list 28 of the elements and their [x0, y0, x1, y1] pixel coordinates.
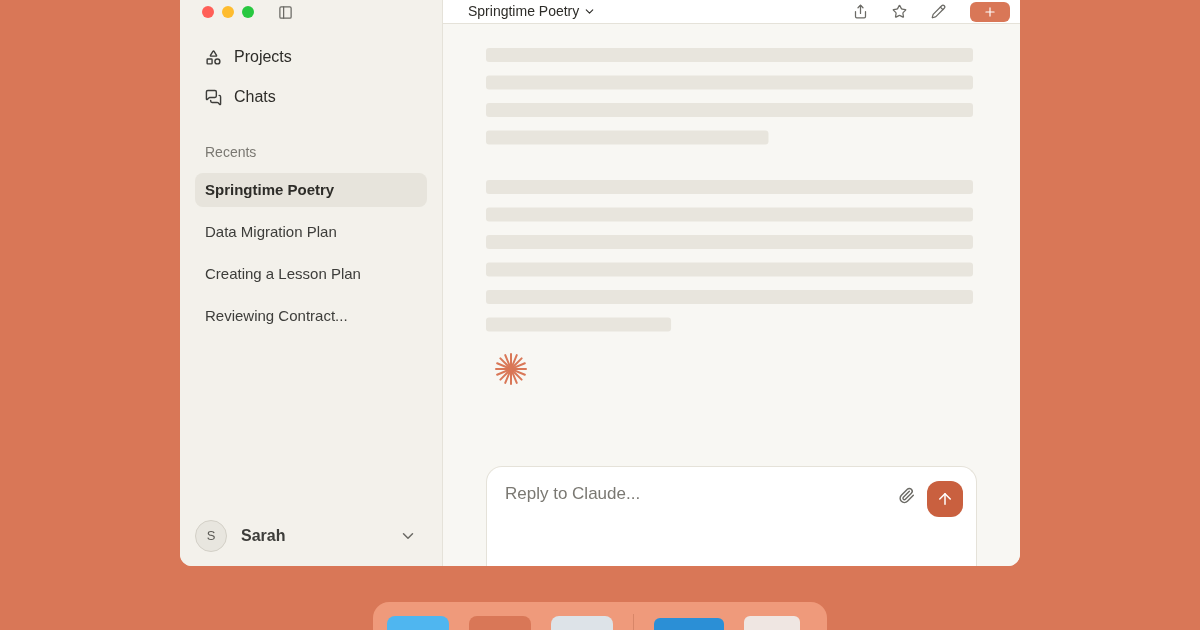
app-icon[interactable] — [551, 616, 613, 630]
send-button[interactable] — [927, 481, 963, 517]
nav-item[interactable]: Chats — [195, 80, 427, 114]
shapes-icon — [205, 48, 222, 66]
minimize-window-icon[interactable] — [222, 6, 234, 18]
user-name: Sarah — [241, 526, 286, 546]
app-icon[interactable] — [469, 616, 531, 630]
plus-icon — [983, 4, 997, 19]
share-icon[interactable] — [853, 4, 868, 19]
recent-chat-item[interactable]: Reviewing Contract... — [195, 299, 427, 333]
pencil-icon[interactable] — [931, 4, 946, 19]
reply-input-field[interactable]: Reply to Claude... — [505, 481, 886, 507]
nav-item[interactable]: Projects — [195, 40, 427, 74]
chat-bubbles-icon — [205, 88, 222, 106]
star-icon[interactable] — [892, 4, 907, 19]
sidebar-toggle-icon[interactable] — [278, 4, 293, 20]
recent-chat-item[interactable]: Creating a Lesson Plan — [195, 257, 427, 291]
close-window-icon[interactable] — [202, 6, 214, 18]
spark-icon — [494, 352, 528, 386]
recent-chat-item[interactable]: Springtime Poetry — [195, 173, 427, 207]
user-menu-button[interactable]: S Sarah — [195, 520, 427, 552]
paperclip-icon[interactable] — [898, 487, 915, 504]
chat-title[interactable]: Springtime Poetry — [468, 1, 597, 22]
section-heading: Recents — [204, 143, 258, 162]
recent-chat-item[interactable]: Data Migration Plan — [195, 215, 427, 249]
maximize-window-icon[interactable] — [242, 6, 254, 18]
avatar: S — [195, 520, 227, 552]
new-chat-button[interactable] — [970, 1, 1010, 22]
